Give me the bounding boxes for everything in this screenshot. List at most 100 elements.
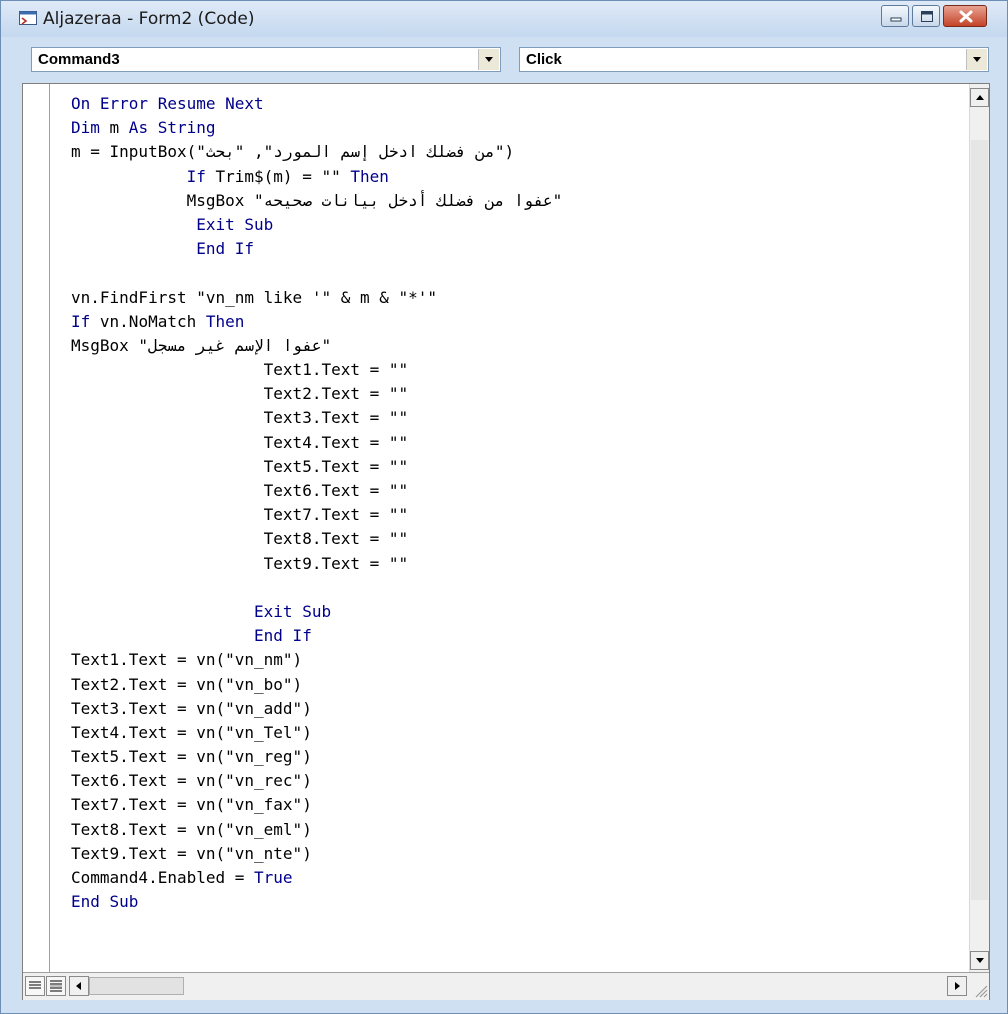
code-line[interactable]: Text2.Text = "" <box>71 382 562 406</box>
close-button[interactable] <box>943 5 987 27</box>
code-keyword: Then <box>205 311 245 331</box>
horizontal-scroll-thumb[interactable] <box>89 977 184 995</box>
code-editor[interactable]: On Error Resume Next Dim m As String m = I… <box>22 83 990 1000</box>
margin-indicator-bar[interactable] <box>23 84 50 972</box>
title-bar[interactable]: Aljazeraa - Form2 (Code) <box>1 1 1007 37</box>
code-token: vn.NoMatch <box>99 311 206 331</box>
code-token: m = InputBox("من فضلك ادخل إسم المورد", … <box>71 142 515 162</box>
code-text[interactable]: On Error Resume Next Dim m As String m = I… <box>71 92 562 914</box>
code-line[interactable]: Command4.Enabled = True <box>71 866 562 890</box>
code-line[interactable]: If vn.NoMatch Then <box>71 310 562 334</box>
code-token: MsgBox "عفوا من فضلك أدخل بيانات صحيحه" <box>71 190 563 210</box>
code-line[interactable]: Text2.Text = vn("vn_bo") <box>71 673 562 697</box>
procedure-view-icon <box>29 981 41 989</box>
full-module-view-button[interactable] <box>46 976 66 996</box>
scroll-right-button[interactable] <box>947 976 967 996</box>
code-line[interactable]: Text1.Text = vn("vn_nm") <box>71 648 562 672</box>
code-keyword: Exit Sub <box>71 214 274 234</box>
code-token: Text9.Text = "" <box>71 553 409 573</box>
code-line[interactable]: Text6.Text = vn("vn_rec") <box>71 769 562 793</box>
scroll-up-button[interactable] <box>970 88 989 107</box>
object-combo[interactable]: Command3 <box>31 47 501 72</box>
code-line[interactable]: MsgBox "عفوا الإسم غير مسجل" <box>71 334 562 358</box>
code-line[interactable]: End Sub <box>71 890 562 914</box>
code-keyword: Exit Sub <box>71 601 332 621</box>
code-keyword: Dim <box>71 118 110 138</box>
maximize-button[interactable] <box>912 5 940 27</box>
code-line[interactable]: m = InputBox("من فضلك ادخل إسم المورد", … <box>71 140 562 164</box>
window-title: Aljazeraa - Form2 (Code) <box>43 9 255 29</box>
code-line[interactable]: Text8.Text = vn("vn_eml") <box>71 818 562 842</box>
code-token: Text6.Text = vn("vn_rec") <box>71 771 312 791</box>
code-line[interactable]: On Error Resume Next <box>71 92 562 116</box>
code-token: vn.FindFirst "vn_nm like '" & m & "*'" <box>71 287 438 307</box>
code-line[interactable]: Text8.Text = "" <box>71 527 562 551</box>
code-keyword: True <box>254 868 293 887</box>
code-line[interactable]: Text3.Text = "" <box>71 406 562 430</box>
code-line[interactable]: Text7.Text = "" <box>71 503 562 527</box>
chevron-down-icon[interactable] <box>478 49 499 70</box>
scroll-down-button[interactable] <box>970 951 989 970</box>
full-module-view-icon <box>50 980 62 992</box>
vb-code-window-icon[interactable] <box>19 10 37 25</box>
code-line[interactable]: Text5.Text = vn("vn_reg") <box>71 745 562 769</box>
chevron-down-icon[interactable] <box>966 49 987 70</box>
scroll-left-button[interactable] <box>69 976 89 996</box>
code-line[interactable]: Text4.Text = vn("vn_Tel") <box>71 721 562 745</box>
minimize-button[interactable] <box>881 5 909 27</box>
code-line[interactable]: End If <box>71 624 562 648</box>
code-token: Text2.Text = "" <box>71 384 409 404</box>
code-token: Text5.Text = "" <box>71 456 409 476</box>
code-token: Trim$(m) = "" <box>215 166 351 186</box>
procedure-combo[interactable]: Click <box>519 47 989 72</box>
code-token: Text6.Text = "" <box>71 481 409 500</box>
code-token: Command4.Enabled = <box>71 868 255 887</box>
procedure-combo-value: Click <box>526 51 562 68</box>
code-line[interactable] <box>71 261 562 285</box>
code-line[interactable]: Text3.Text = vn("vn_add") <box>71 697 562 721</box>
code-line[interactable]: Exit Sub <box>71 213 562 237</box>
horizontal-scrollbar[interactable] <box>69 976 987 996</box>
resize-grip-icon[interactable] <box>971 981 989 999</box>
code-line[interactable]: Exit Sub <box>71 600 562 624</box>
editor-bottom-bar <box>23 972 989 1000</box>
code-line[interactable]: Text1.Text = "" <box>71 358 562 382</box>
code-line[interactable]: If Trim$(m) = "" Then <box>71 165 562 189</box>
code-line[interactable]: Text9.Text = "" <box>71 552 562 576</box>
code-keyword: On Error Resume Next <box>71 94 264 113</box>
code-line[interactable]: Text6.Text = "" <box>71 479 562 503</box>
code-token: Text8.Text = "" <box>71 529 409 549</box>
code-token: Text1.Text = "" <box>71 360 409 380</box>
code-token: Text3.Text = "" <box>71 408 409 428</box>
code-token: Text4.Text = "" <box>71 432 409 452</box>
object-combo-value: Command3 <box>38 51 120 68</box>
minimize-icon <box>890 17 902 22</box>
code-line[interactable]: Dim m As String <box>71 116 562 140</box>
code-token: Text4.Text = vn("vn_Tel") <box>71 722 312 742</box>
procedure-view-button[interactable] <box>25 976 45 996</box>
code-line[interactable]: vn.FindFirst "vn_nm like '" & m & "*'" <box>71 286 562 310</box>
code-line[interactable] <box>71 576 562 600</box>
code-token: m <box>109 118 120 138</box>
code-keyword: End If <box>71 239 255 259</box>
code-line[interactable]: Text9.Text = vn("vn_nte") <box>71 842 562 866</box>
code-line[interactable]: Text4.Text = "" <box>71 431 562 455</box>
code-token: Text7.Text = vn("vn_fax") <box>71 795 312 815</box>
code-toolbar: Command3 Click <box>1 37 1007 83</box>
vertical-scroll-track[interactable] <box>971 140 988 900</box>
code-line[interactable]: MsgBox "عفوا من فضلك أدخل بيانات صحيحه" <box>71 189 563 213</box>
code-token: Text1.Text = vn("vn_nm") <box>71 650 303 670</box>
code-token: Text8.Text = vn("vn_eml") <box>71 819 312 839</box>
code-keyword: End If <box>71 626 312 646</box>
vertical-scrollbar[interactable] <box>969 84 989 972</box>
code-token: Text9.Text = vn("vn_nte") <box>71 843 312 863</box>
code-token: Text7.Text = "" <box>71 505 409 525</box>
code-line[interactable]: End If <box>71 237 562 261</box>
code-keyword: End Sub <box>71 892 139 912</box>
code-token: Text5.Text = vn("vn_reg") <box>71 747 312 767</box>
code-token: MsgBox "عفوا الإسم غير مسجل" <box>71 335 332 355</box>
code-line[interactable]: Text7.Text = vn("vn_fax") <box>71 793 562 817</box>
code-keyword: As String <box>119 118 216 138</box>
code-line[interactable]: Text5.Text = "" <box>71 455 562 479</box>
